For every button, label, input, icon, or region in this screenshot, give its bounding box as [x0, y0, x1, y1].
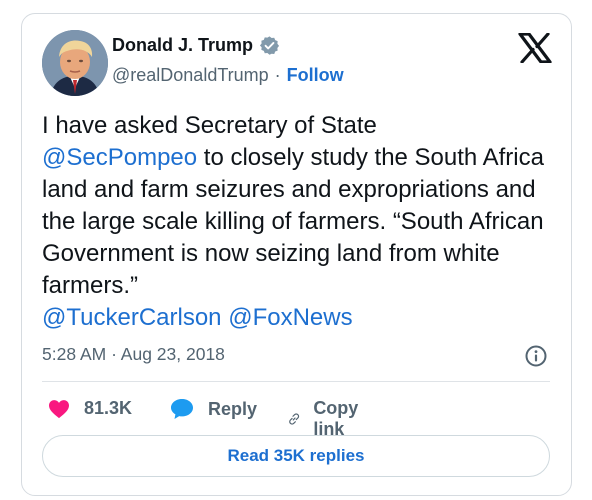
x-logo-icon[interactable]	[518, 33, 552, 63]
tweet-text-intro: I have asked Secretary of State	[42, 112, 377, 139]
follow-button[interactable]: Follow	[287, 65, 344, 86]
tweet-timestamp[interactable]: 5:28 AM · Aug 23, 2018	[42, 344, 225, 365]
speech-bubble-icon	[171, 399, 193, 419]
author-handle[interactable]: @realDonaldTrump	[112, 65, 269, 86]
read-replies-button[interactable]: Read 35K replies	[42, 435, 550, 477]
divider	[42, 381, 550, 382]
avatar-portrait	[42, 30, 108, 96]
tweet-card: Donald J. Trump @realDonaldTrump · Follo…	[21, 13, 572, 496]
mention-foxnews[interactable]: @FoxNews	[228, 304, 352, 331]
heart-icon	[49, 399, 69, 418]
verified-badge-icon	[259, 36, 280, 55]
mention-tuckercarlson[interactable]: @TuckerCarlson	[42, 304, 222, 331]
like-button[interactable]: 81.3K	[48, 398, 132, 419]
tweet-text: I have asked Secretary of State @SecPomp…	[42, 110, 562, 334]
mention-secpompeo[interactable]: @SecPompeo	[42, 144, 197, 171]
handle-separator: ·	[274, 65, 281, 85]
author-display-name[interactable]: Donald J. Trump	[112, 35, 253, 56]
copy-link-label: Copy link	[313, 398, 359, 439]
like-count: 81.3K	[84, 398, 133, 418]
author-handle-row: @realDonaldTrump · Follow	[112, 65, 344, 86]
author-name-row: Donald J. Trump	[112, 35, 280, 56]
info-icon[interactable]	[524, 344, 548, 368]
reply-button[interactable]: Reply	[170, 398, 257, 420]
link-icon	[289, 413, 300, 425]
copy-link-button[interactable]: Copy link	[287, 398, 366, 440]
avatar[interactable]	[42, 30, 108, 96]
reply-label: Reply	[208, 398, 258, 419]
